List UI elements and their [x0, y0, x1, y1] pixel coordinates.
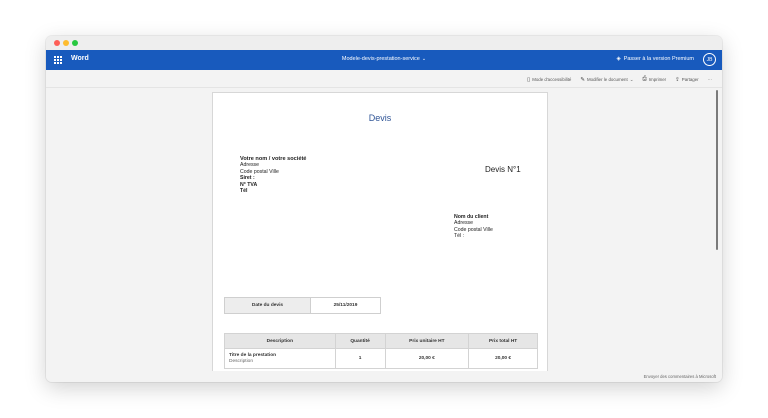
chevron-down-icon: ⌄: [629, 76, 634, 82]
date-label: Date du devis: [225, 298, 311, 313]
edit-document-button[interactable]: ✎ Modifier le document ⌄: [580, 77, 633, 83]
share-label: Partager: [681, 77, 699, 82]
devis-number: Devis N°1: [485, 165, 521, 174]
column-header: Description: [224, 333, 336, 349]
date-table: Date du devis 25/11/2019: [224, 297, 381, 314]
items-table: Description Quantité Prix unitaire HT Pr…: [224, 333, 538, 369]
accessibility-mode-button[interactable]: ▯ Mode d'accessibilité: [527, 77, 571, 83]
close-window-button[interactable]: [54, 40, 60, 46]
item-total: 20,00 €: [468, 348, 538, 369]
sender-tel: Tél: [240, 188, 248, 195]
item-description: Description: [229, 358, 253, 364]
table-header-row: Description Quantité Prix unitaire HT Pr…: [224, 333, 538, 349]
minimize-window-button[interactable]: [63, 40, 69, 46]
sender-block: Votre nom / votre société Adresse Code p…: [240, 156, 306, 194]
document-title-text: Modele-devis-prestation-service: [341, 56, 420, 62]
document-canvas[interactable]: Devis Votre nom / votre société Adresse …: [46, 88, 722, 371]
date-value: 25/11/2019: [333, 303, 358, 308]
chevron-down-icon: ⌄: [421, 56, 427, 62]
accessibility-label: Mode d'accessibilité: [532, 77, 572, 82]
document-icon: ▯: [527, 76, 531, 83]
column-header: Prix total HT: [468, 333, 538, 349]
status-bar: Envoyer des commentaires à Microsoft: [46, 371, 722, 382]
column-header: Quantité: [334, 333, 386, 349]
diamond-icon: ◈: [616, 56, 621, 62]
avatar[interactable]: JB: [703, 53, 716, 66]
page-title: Devis: [368, 113, 392, 123]
client-tel: Tél :: [454, 233, 465, 240]
share-button[interactable]: ⇪ Partager: [675, 77, 698, 83]
share-icon: ⇪: [675, 76, 680, 83]
feedback-link[interactable]: Envoyer des commentaires à Microsoft: [644, 374, 716, 379]
print-label: Imprimer: [648, 77, 667, 82]
document-toolbar: ▯ Mode d'accessibilité ✎ Modifier le doc…: [46, 70, 722, 88]
item-unit-price: 20,00 €: [384, 348, 470, 369]
vertical-scrollbar[interactable]: [716, 90, 718, 250]
pencil-icon: ✎: [580, 76, 585, 83]
client-block: Nom du client Adresse Code postal Ville …: [454, 214, 493, 240]
window-titlebar: [46, 36, 722, 50]
more-options-button[interactable]: ···: [708, 77, 712, 82]
column-header: Prix unitaire HT: [384, 333, 470, 349]
premium-button[interactable]: ◈ Passer à la version Premium: [616, 56, 694, 62]
browser-window: Word Modele-devis-prestation-service ⌄ ◈ …: [46, 36, 722, 382]
word-app-bar: Word Modele-devis-prestation-service ⌄ ◈ …: [46, 50, 722, 70]
item-quantity: 1: [334, 348, 386, 369]
document-page[interactable]: Devis Votre nom / votre société Adresse …: [212, 92, 548, 371]
printer-icon: ⎙: [642, 76, 647, 82]
item-description-cell: Titre de la prestation Description: [224, 348, 336, 369]
table-row: Titre de la prestation Description 1 20,…: [224, 348, 538, 369]
zoom-window-button[interactable]: [72, 40, 78, 46]
print-button[interactable]: ⎙ Imprimer: [642, 76, 666, 83]
edit-label: Modifier le document: [586, 77, 628, 82]
premium-label: Passer à la version Premium: [623, 56, 694, 62]
